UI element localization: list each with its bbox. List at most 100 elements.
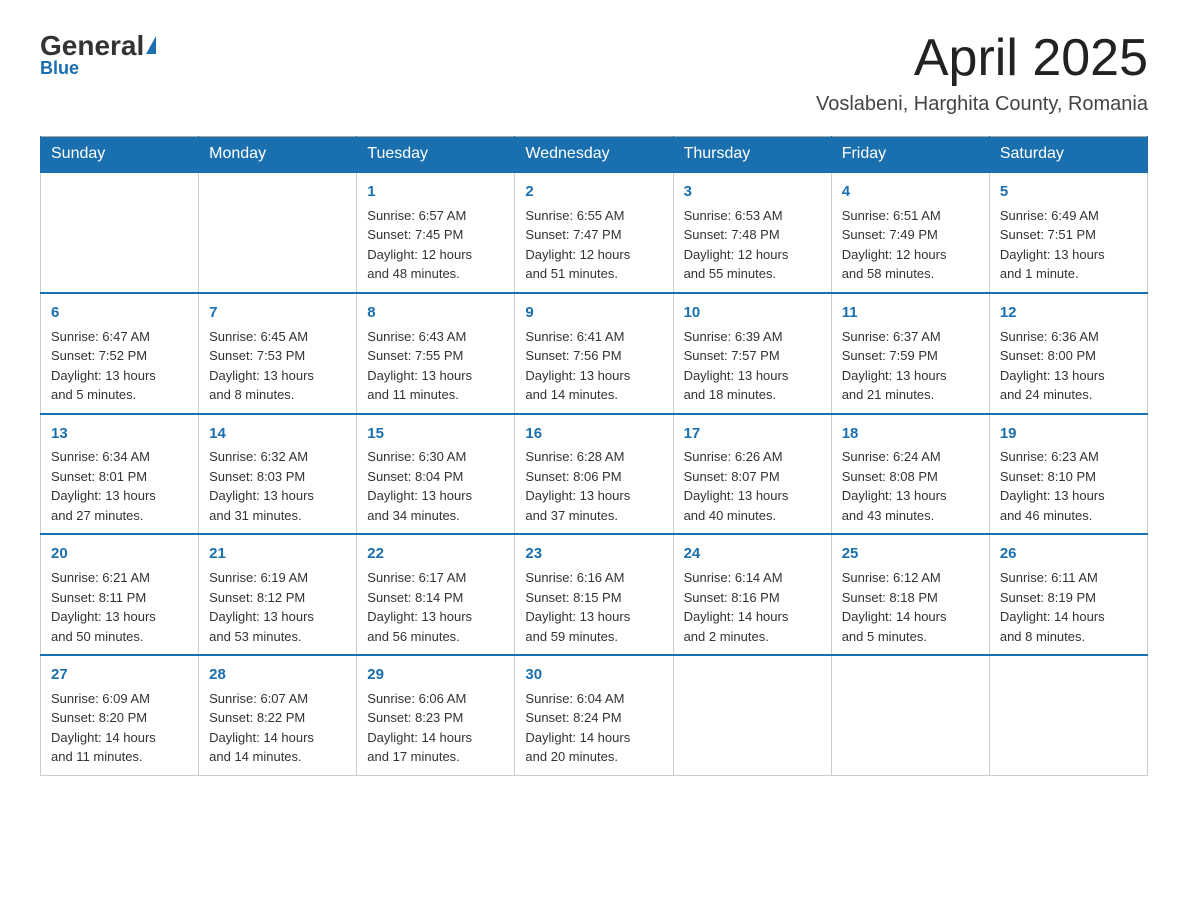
calendar-cell: 17Sunrise: 6:26 AM Sunset: 8:07 PM Dayli… <box>673 414 831 535</box>
day-number: 20 <box>51 543 188 565</box>
day-number: 21 <box>209 543 346 565</box>
day-info: Sunrise: 6:34 AM Sunset: 8:01 PM Dayligh… <box>51 447 188 525</box>
day-number: 27 <box>51 664 188 686</box>
day-number: 28 <box>209 664 346 686</box>
calendar-cell: 5 Sunrise: 6:49 AM Sunset: 7:51 PM Daylig… <box>989 172 1147 293</box>
calendar-table: SundayMondayTuesdayWednesdayThursdayFrid… <box>40 136 1148 776</box>
day-header-friday: Friday <box>831 137 989 173</box>
day-number: 15 <box>367 423 504 445</box>
calendar-cell: 3 Sunrise: 6:53 AM Sunset: 7:48 PM Daylig… <box>673 172 831 293</box>
day-info: Sunrise: 6:30 AM Sunset: 8:04 PM Dayligh… <box>367 447 504 525</box>
calendar-cell: 25 Sunrise: 6:12 AM Sunset: 8:18 PM Dayli… <box>831 534 989 655</box>
calendar-cell: 19Sunrise: 6:23 AM Sunset: 8:10 PM Dayli… <box>989 414 1147 535</box>
calendar-cell: 20 Sunrise: 6:21 AM Sunset: 8:11 PM Dayli… <box>41 534 199 655</box>
calendar-cell: 10 Sunrise: 6:39 AM Sunset: 7:57 PM Dayli… <box>673 293 831 414</box>
day-number: 26 <box>1000 543 1137 565</box>
day-info: Sunrise: 6:41 AM Sunset: 7:56 PM Dayligh… <box>525 327 662 405</box>
calendar-week-5: 27 Sunrise: 6:09 AM Sunset: 8:20 PM Dayli… <box>41 655 1148 775</box>
calendar-cell: 2Sunrise: 6:55 AM Sunset: 7:47 PM Daylig… <box>515 172 673 293</box>
logo-triangle-icon <box>146 36 156 54</box>
day-info: Sunrise: 6:12 AM Sunset: 8:18 PM Dayligh… <box>842 568 979 646</box>
day-number: 30 <box>525 664 662 686</box>
title-block: April 2025 Voslabeni, Harghita County, R… <box>816 30 1148 116</box>
page-header: General Blue April 2025 Voslabeni, Hargh… <box>40 30 1148 116</box>
day-info: Sunrise: 6:21 AM Sunset: 8:11 PM Dayligh… <box>51 568 188 646</box>
day-number: 9 <box>525 302 662 324</box>
day-number: 6 <box>51 302 188 324</box>
day-info: Sunrise: 6:04 AM Sunset: 8:24 PM Dayligh… <box>525 689 662 767</box>
day-info: Sunrise: 6:16 AM Sunset: 8:15 PM Dayligh… <box>525 568 662 646</box>
calendar-cell: 29Sunrise: 6:06 AM Sunset: 8:23 PM Dayli… <box>357 655 515 775</box>
day-number: 8 <box>367 302 504 324</box>
calendar-cell: 8Sunrise: 6:43 AM Sunset: 7:55 PM Daylig… <box>357 293 515 414</box>
calendar-cell: 1 Sunrise: 6:57 AM Sunset: 7:45 PM Daylig… <box>357 172 515 293</box>
calendar-cell: 21Sunrise: 6:19 AM Sunset: 8:12 PM Dayli… <box>199 534 357 655</box>
day-number: 7 <box>209 302 346 324</box>
day-info: Sunrise: 6:55 AM Sunset: 7:47 PM Dayligh… <box>525 206 662 284</box>
calendar-week-2: 6 Sunrise: 6:47 AM Sunset: 7:52 PM Daylig… <box>41 293 1148 414</box>
calendar-cell <box>831 655 989 775</box>
day-info: Sunrise: 6:17 AM Sunset: 8:14 PM Dayligh… <box>367 568 504 646</box>
day-info: Sunrise: 6:45 AM Sunset: 7:53 PM Dayligh… <box>209 327 346 405</box>
day-info: Sunrise: 6:32 AM Sunset: 8:03 PM Dayligh… <box>209 447 346 525</box>
day-info: Sunrise: 6:49 AM Sunset: 7:51 PM Dayligh… <box>1000 206 1137 284</box>
day-number: 22 <box>367 543 504 565</box>
day-header-saturday: Saturday <box>989 137 1147 173</box>
day-info: Sunrise: 6:09 AM Sunset: 8:20 PM Dayligh… <box>51 689 188 767</box>
calendar-cell <box>673 655 831 775</box>
day-info: Sunrise: 6:26 AM Sunset: 8:07 PM Dayligh… <box>684 447 821 525</box>
day-header-sunday: Sunday <box>41 137 199 173</box>
day-header-wednesday: Wednesday <box>515 137 673 173</box>
calendar-header: SundayMondayTuesdayWednesdayThursdayFrid… <box>41 137 1148 173</box>
calendar-cell: 4 Sunrise: 6:51 AM Sunset: 7:49 PM Daylig… <box>831 172 989 293</box>
day-info: Sunrise: 6:28 AM Sunset: 8:06 PM Dayligh… <box>525 447 662 525</box>
calendar-week-4: 20 Sunrise: 6:21 AM Sunset: 8:11 PM Dayli… <box>41 534 1148 655</box>
day-number: 24 <box>684 543 821 565</box>
calendar-cell: 24Sunrise: 6:14 AM Sunset: 8:16 PM Dayli… <box>673 534 831 655</box>
day-number: 29 <box>367 664 504 686</box>
day-info: Sunrise: 6:23 AM Sunset: 8:10 PM Dayligh… <box>1000 447 1137 525</box>
day-info: Sunrise: 6:53 AM Sunset: 7:48 PM Dayligh… <box>684 206 821 284</box>
day-info: Sunrise: 6:36 AM Sunset: 8:00 PM Dayligh… <box>1000 327 1137 405</box>
day-number: 10 <box>684 302 821 324</box>
calendar-cell <box>989 655 1147 775</box>
day-number: 23 <box>525 543 662 565</box>
calendar-cell: 30 Sunrise: 6:04 AM Sunset: 8:24 PM Dayli… <box>515 655 673 775</box>
day-info: Sunrise: 6:57 AM Sunset: 7:45 PM Dayligh… <box>367 206 504 284</box>
day-number: 1 <box>367 181 504 203</box>
calendar-cell: 23 Sunrise: 6:16 AM Sunset: 8:15 PM Dayli… <box>515 534 673 655</box>
day-number: 18 <box>842 423 979 445</box>
calendar-cell: 6 Sunrise: 6:47 AM Sunset: 7:52 PM Daylig… <box>41 293 199 414</box>
day-header-thursday: Thursday <box>673 137 831 173</box>
day-number: 16 <box>525 423 662 445</box>
day-number: 25 <box>842 543 979 565</box>
day-info: Sunrise: 6:07 AM Sunset: 8:22 PM Dayligh… <box>209 689 346 767</box>
day-number: 14 <box>209 423 346 445</box>
page-title: April 2025 <box>816 30 1148 87</box>
day-number: 17 <box>684 423 821 445</box>
day-number: 12 <box>1000 302 1137 324</box>
calendar-body: 1 Sunrise: 6:57 AM Sunset: 7:45 PM Daylig… <box>41 172 1148 775</box>
calendar-cell: 27 Sunrise: 6:09 AM Sunset: 8:20 PM Dayli… <box>41 655 199 775</box>
day-number: 5 <box>1000 181 1137 203</box>
logo: General Blue <box>40 30 156 79</box>
day-number: 11 <box>842 302 979 324</box>
day-number: 4 <box>842 181 979 203</box>
calendar-cell: 12 Sunrise: 6:36 AM Sunset: 8:00 PM Dayli… <box>989 293 1147 414</box>
calendar-cell: 15Sunrise: 6:30 AM Sunset: 8:04 PM Dayli… <box>357 414 515 535</box>
day-info: Sunrise: 6:47 AM Sunset: 7:52 PM Dayligh… <box>51 327 188 405</box>
calendar-week-3: 13Sunrise: 6:34 AM Sunset: 8:01 PM Dayli… <box>41 414 1148 535</box>
calendar-cell: 26 Sunrise: 6:11 AM Sunset: 8:19 PM Dayli… <box>989 534 1147 655</box>
calendar-cell: 28 Sunrise: 6:07 AM Sunset: 8:22 PM Dayli… <box>199 655 357 775</box>
page-subtitle: Voslabeni, Harghita County, Romania <box>816 93 1148 116</box>
calendar-cell: 22 Sunrise: 6:17 AM Sunset: 8:14 PM Dayli… <box>357 534 515 655</box>
day-info: Sunrise: 6:39 AM Sunset: 7:57 PM Dayligh… <box>684 327 821 405</box>
calendar-cell: 13Sunrise: 6:34 AM Sunset: 8:01 PM Dayli… <box>41 414 199 535</box>
calendar-cell: 16Sunrise: 6:28 AM Sunset: 8:06 PM Dayli… <box>515 414 673 535</box>
calendar-cell <box>199 172 357 293</box>
calendar-cell: 11Sunrise: 6:37 AM Sunset: 7:59 PM Dayli… <box>831 293 989 414</box>
calendar-cell: 7 Sunrise: 6:45 AM Sunset: 7:53 PM Daylig… <box>199 293 357 414</box>
day-info: Sunrise: 6:51 AM Sunset: 7:49 PM Dayligh… <box>842 206 979 284</box>
day-number: 3 <box>684 181 821 203</box>
day-info: Sunrise: 6:11 AM Sunset: 8:19 PM Dayligh… <box>1000 568 1137 646</box>
